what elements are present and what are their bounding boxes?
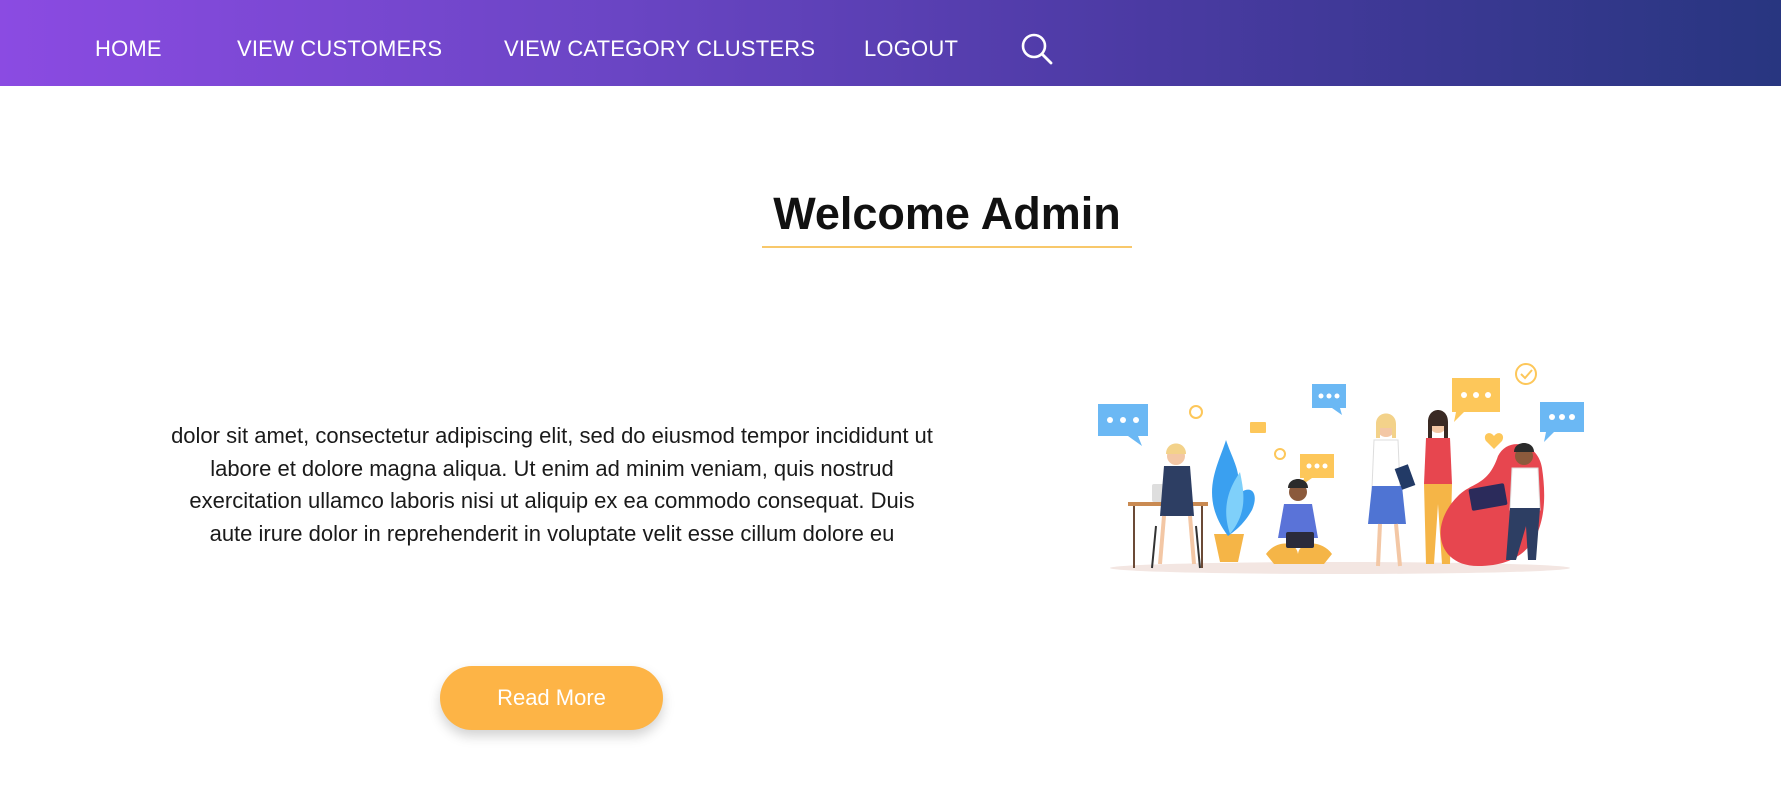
top-navbar: HOME VIEW CUSTOMERS VIEW CATEGORY CLUSTE… [0,0,1781,86]
search-icon[interactable] [1020,32,1054,66]
intro-paragraph: dolor sit amet, consectetur adipiscing e… [171,423,933,546]
chat-bubble-icon [1098,404,1148,446]
title-underline [762,246,1132,248]
nav-home-link[interactable]: HOME [95,36,162,62]
nav-logout-link[interactable]: LOGOUT [864,36,958,62]
nav-view-category-clusters-link[interactable]: VIEW CATEGORY CLUSTERS [504,36,815,62]
team-collaboration-illustration [1090,356,1590,586]
nav-view-customers-link[interactable]: VIEW CUSTOMERS [237,36,442,62]
page-title: Welcome Admin [773,188,1121,239]
read-more-button[interactable]: Read More [440,666,663,730]
